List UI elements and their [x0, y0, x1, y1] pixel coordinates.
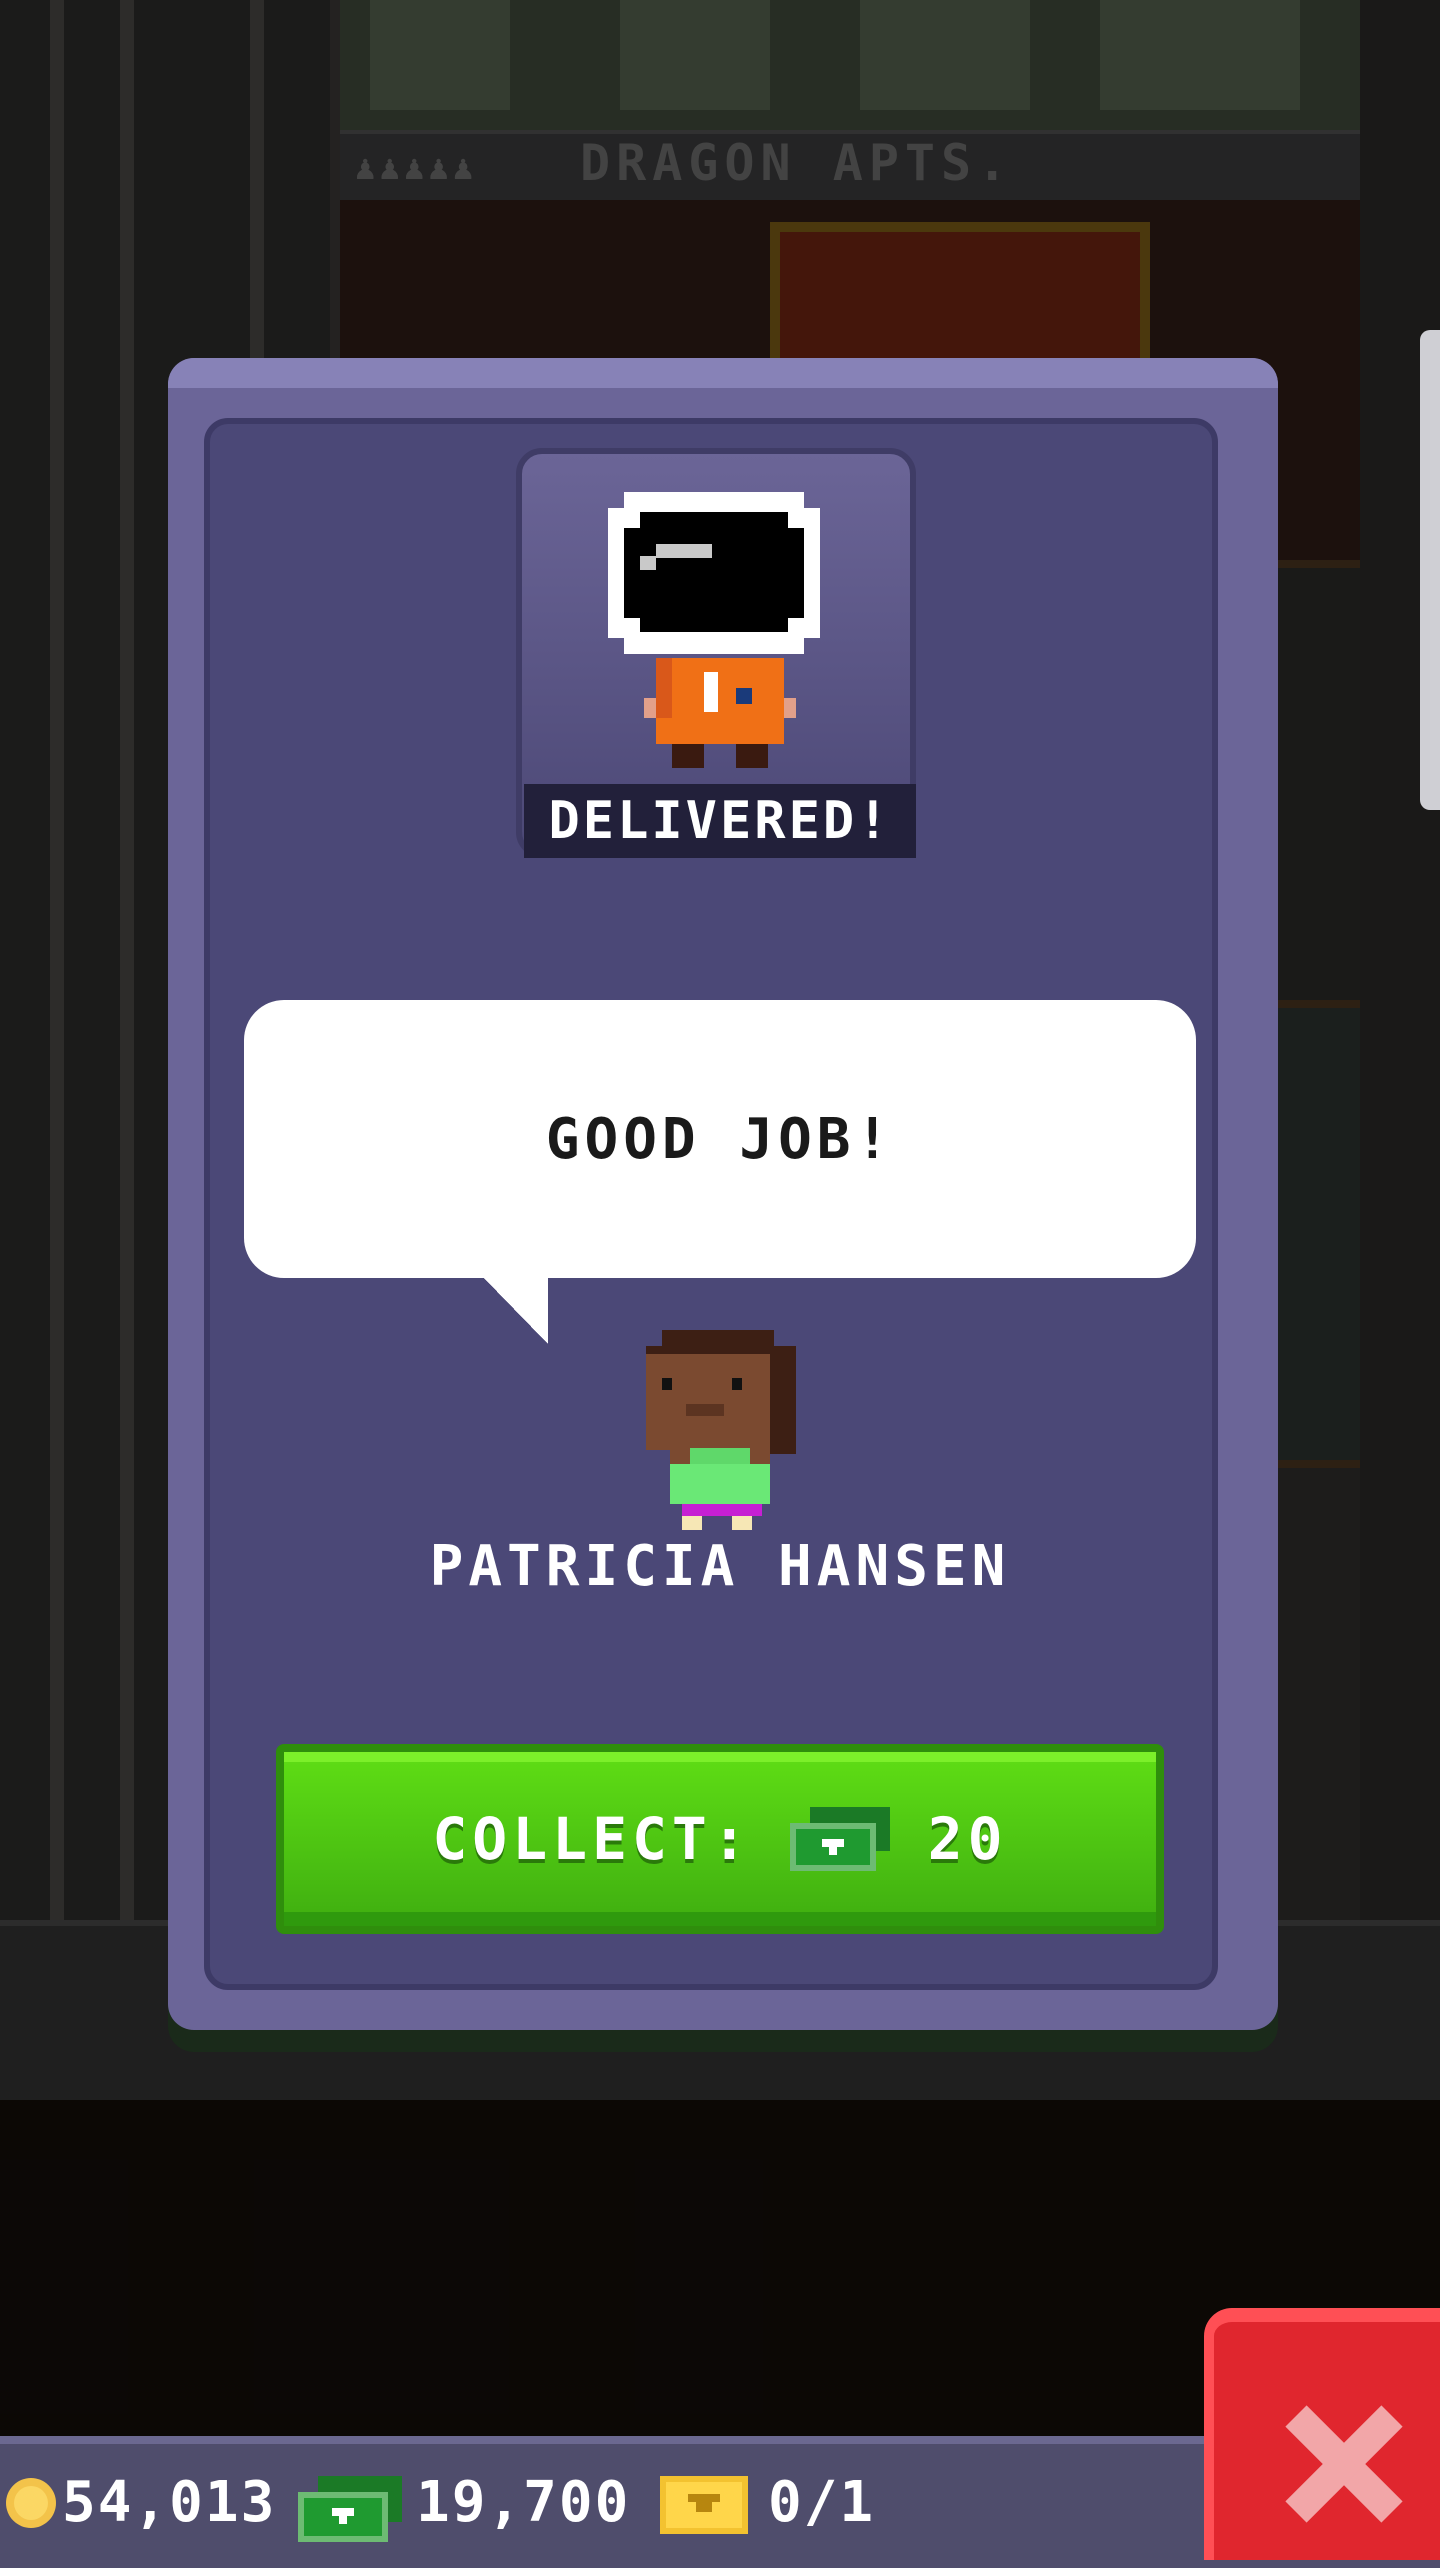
speech-bubble-tail	[480, 1274, 548, 1344]
speech-text: GOOD JOB!	[545, 1106, 895, 1172]
coins-count: 54,013	[62, 2470, 277, 2535]
delivered-status: DELIVERED!	[524, 784, 916, 858]
side-drawer-handle[interactable]	[1420, 330, 1440, 810]
golden-ticket-icon	[660, 2476, 748, 2534]
bux-icon	[298, 2476, 402, 2542]
bux-count: 19,700	[416, 2470, 631, 2535]
recipient-name: PATRICIA HANSEN	[429, 1534, 1011, 1599]
coin-icon	[6, 2478, 56, 2528]
bux-icon	[789, 1807, 890, 1871]
speech-bubble: GOOD JOB!	[244, 1000, 1196, 1278]
astronaut-icon	[608, 492, 820, 768]
dialog-rim	[168, 358, 1278, 388]
close-icon	[1285, 2405, 1403, 2523]
recipient-avatar	[646, 1330, 796, 1530]
collect-label: COLLECT:	[432, 1805, 752, 1873]
close-button[interactable]	[1204, 2308, 1440, 2560]
collect-amount: 20	[927, 1805, 1008, 1873]
tickets-count: 0/1	[768, 2470, 876, 2535]
collect-button[interactable]: COLLECT: 20	[276, 1744, 1164, 1934]
